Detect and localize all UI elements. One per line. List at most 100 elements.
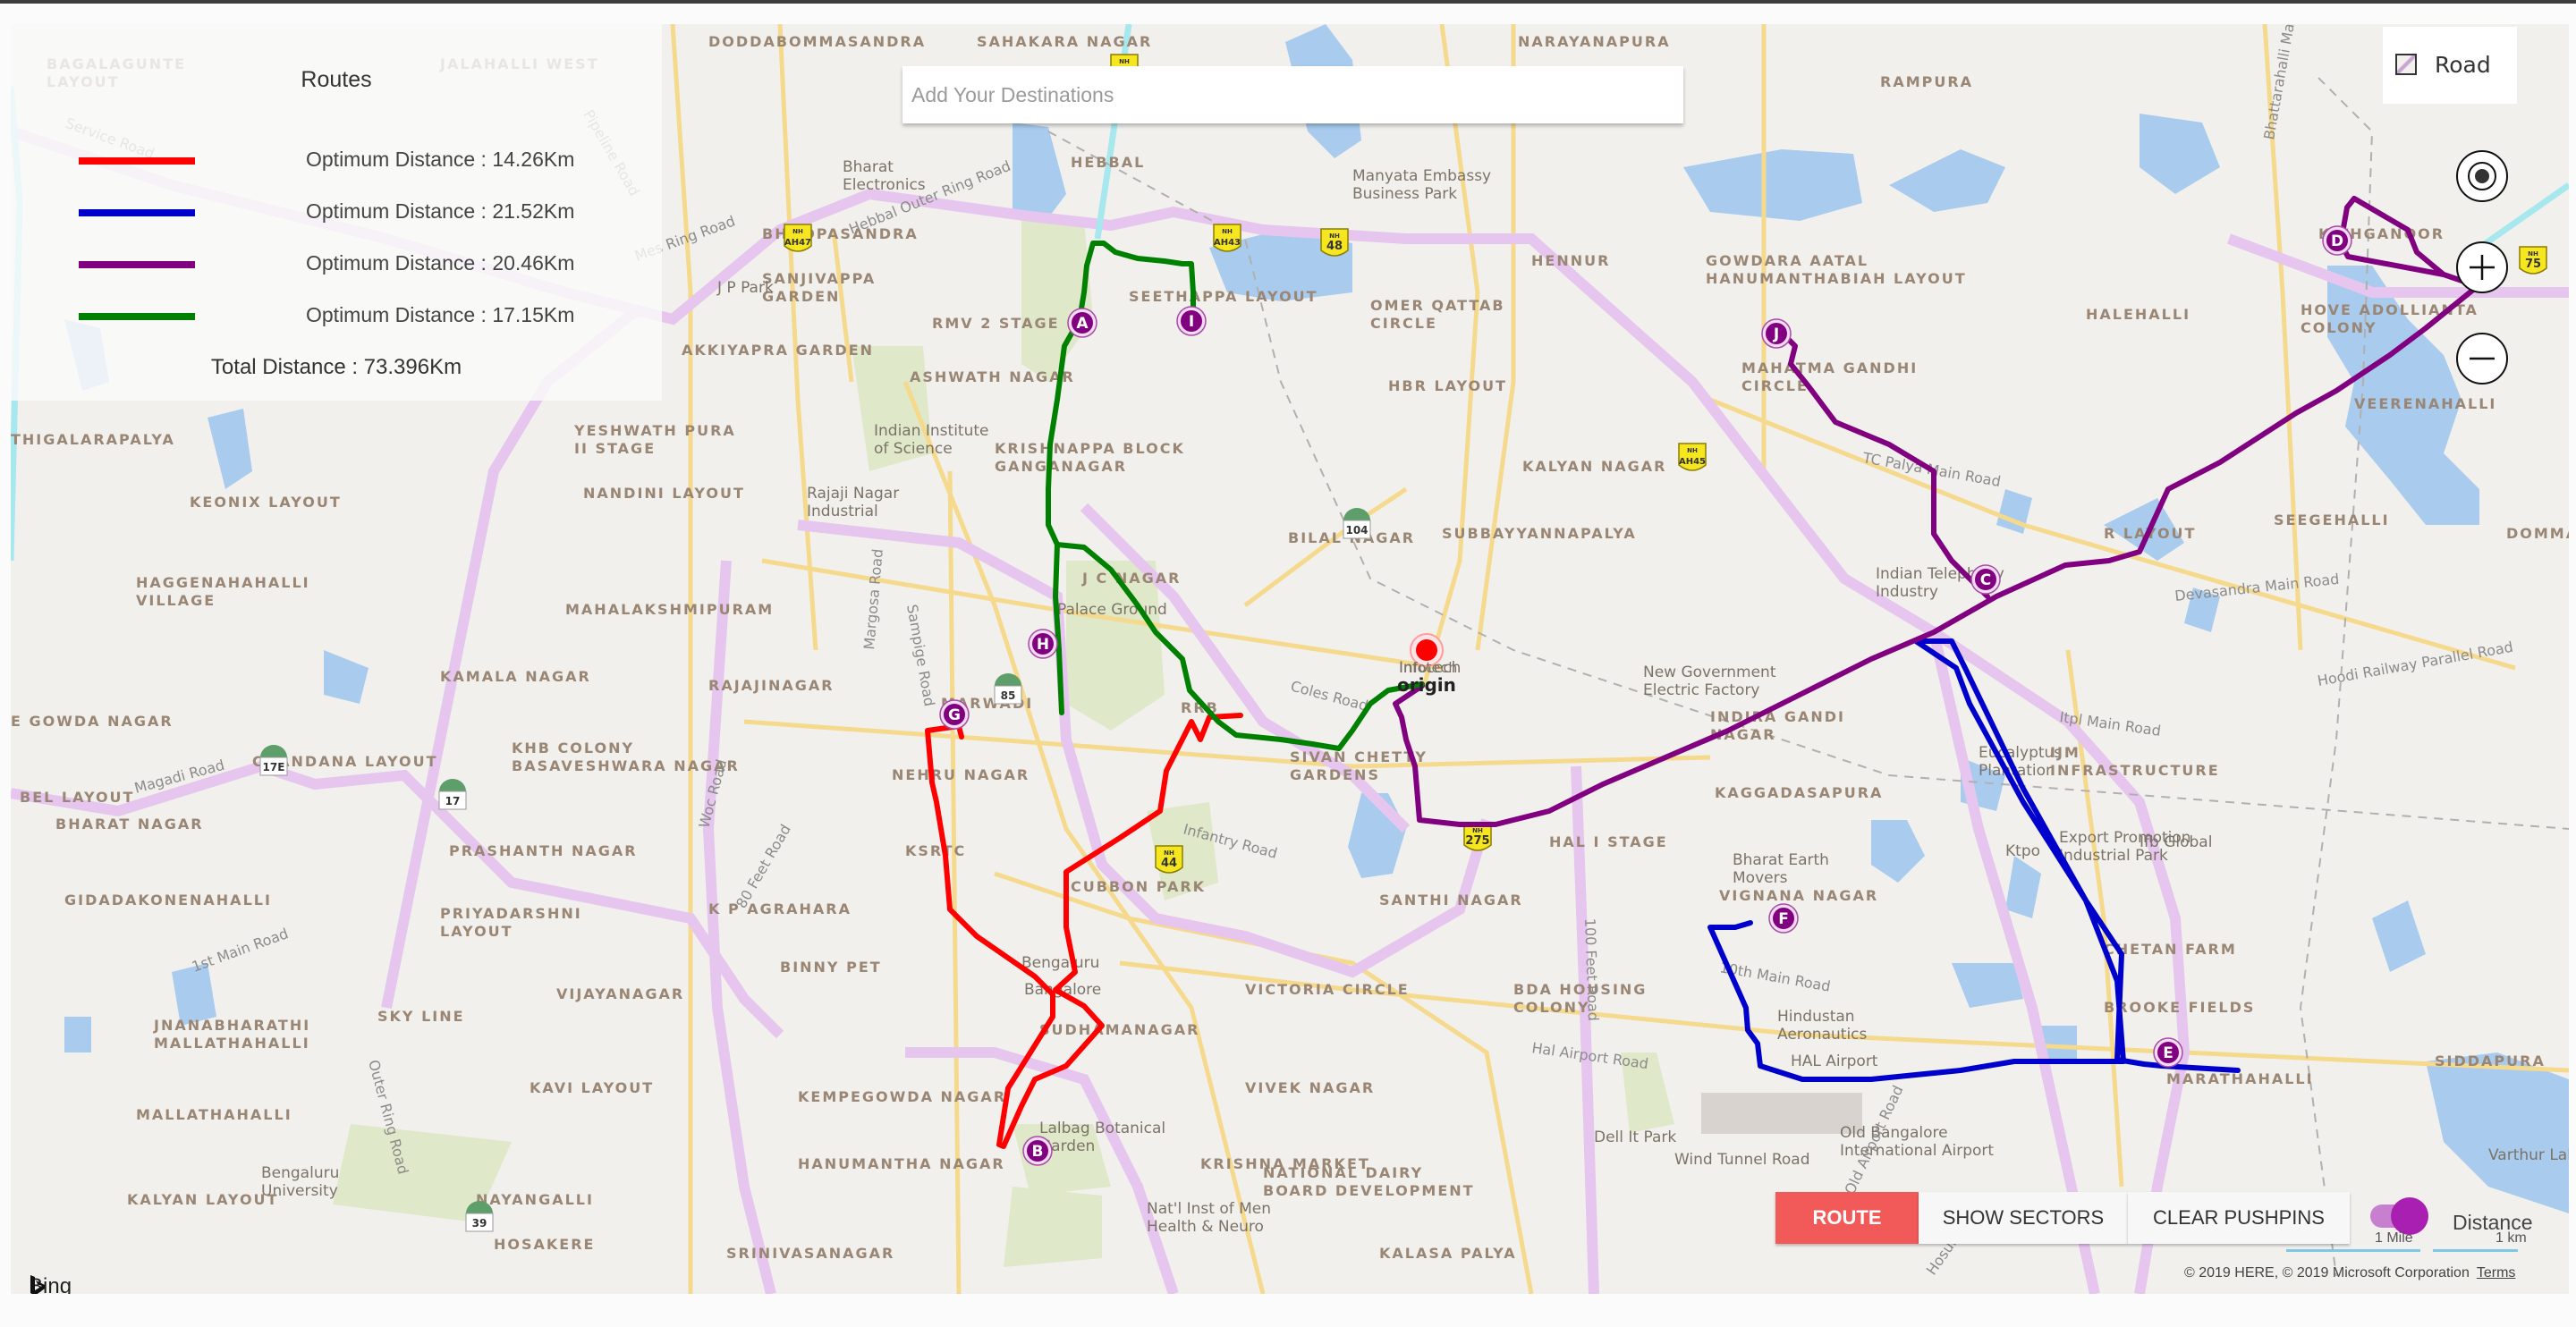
place-label: NARAYANAPURA <box>1518 33 1671 50</box>
legend-swatch-purple <box>79 261 195 268</box>
shield-text: NH <box>2528 250 2538 258</box>
shield-text: NH <box>1329 232 1340 240</box>
place-label: AKKIYAPRA GARDEN <box>682 342 874 359</box>
pushpin-d[interactable]: D <box>2322 225 2352 256</box>
place-label: Electric Factory <box>1643 681 1760 699</box>
pushpin-b[interactable]: B <box>1022 1136 1053 1166</box>
place-label: SEETHAPPA LAYOUT <box>1129 288 1318 305</box>
place-label: HOSAKERE <box>494 1236 595 1253</box>
airport-runway <box>1701 1093 1862 1134</box>
shield-text: AH47 <box>784 238 811 248</box>
pushpin-j[interactable]: J <box>1761 318 1792 349</box>
place-label: KSRTC <box>905 842 966 859</box>
place-label: Varthur Lake <box>2488 1146 2569 1164</box>
pushpin-c[interactable]: C <box>1970 564 2001 595</box>
road-label: 100 Feet Road <box>1581 917 1602 1021</box>
legend-swatch-green <box>79 313 195 320</box>
pushpin-a[interactable]: A <box>1067 308 1097 338</box>
place-label: RAMPURA <box>1880 73 1973 90</box>
pushpin-label: B <box>1032 1143 1044 1161</box>
bing-logo[interactable]: Bing <box>29 1274 72 1294</box>
shield-text: 17 <box>445 795 461 807</box>
legend-swatch-red <box>79 157 195 165</box>
lake <box>2005 856 2041 918</box>
place-label: HAL I STAGE <box>1549 833 1668 850</box>
distance-toggle-knob[interactable] <box>2391 1197 2428 1235</box>
destination-input[interactable] <box>902 66 1683 123</box>
place-label: SUBBAYYANNAPALYA <box>1442 525 1637 542</box>
map-attribution: © 2019 HERE, © 2019 Microsoft Corporatio… <box>2184 1265 2515 1281</box>
place-label: NAYANGALLI <box>476 1191 594 1208</box>
pushpin-label: J <box>1773 325 1779 343</box>
shield-text: NH <box>1472 827 1483 834</box>
place-label: Industrial <box>807 503 878 520</box>
pushpin-f[interactable]: F <box>1768 903 1799 934</box>
legend-title: Routes <box>301 67 372 92</box>
place-label: GARDENS <box>1290 766 1380 783</box>
window-top-border <box>0 0 2576 4</box>
road-label: Hoodi Railway Parallel Road <box>2316 638 2514 689</box>
place-label: E GOWDA NAGAR <box>11 713 174 730</box>
pushpin-g[interactable]: G <box>939 699 970 730</box>
zoom-in-button[interactable] <box>2456 241 2508 293</box>
lake <box>1871 820 1925 883</box>
place-label: Export Promotion <box>2059 829 2191 847</box>
place-label: MALLATHAHALLI <box>136 1106 292 1123</box>
legend-distance-2: Optimum Distance : 21.52Km <box>306 199 575 223</box>
road <box>670 24 693 1294</box>
map-type-selector[interactable]: Road <box>2383 27 2517 104</box>
destination-search-box[interactable] <box>902 66 1683 123</box>
legend-distance-3: Optimum Distance : 20.46Km <box>306 251 575 275</box>
shield-text: 104 <box>1345 524 1368 537</box>
highway-shield: NH75 <box>2519 246 2547 275</box>
place-label: INDIRA GANDI <box>1710 708 1845 725</box>
shield-text: NH <box>1687 447 1698 454</box>
place-label: HANUMANTHA NAGAR <box>798 1155 1005 1172</box>
pushpin-e[interactable]: E <box>2153 1037 2183 1068</box>
show-sectors-button[interactable]: SHOW SECTORS <box>1919 1192 2128 1244</box>
legend-distance-4: Optimum Distance : 17.15Km <box>306 303 575 326</box>
place-label: PRASHANTH NAGAR <box>449 842 638 859</box>
pushpin-i[interactable]: I <box>1176 306 1207 336</box>
copyright-text: © 2019 HERE, © 2019 Microsoft Corporatio… <box>2184 1265 2470 1281</box>
place-label: BDA HOUSING <box>1513 981 1647 998</box>
routes-legend-panel: Routes Optimum Distance : 14.26Km Optimu… <box>11 24 662 401</box>
place-label: VIGNANA NAGAR <box>1719 887 1878 904</box>
place-label: VILLAGE <box>136 592 216 609</box>
place-label: J P Park <box>716 279 774 297</box>
place-label: Bharat Earth <box>1733 851 1829 869</box>
terms-link[interactable]: Terms <box>2477 1265 2516 1281</box>
distance-toggle[interactable] <box>2370 1197 2428 1235</box>
place-label: Old Bangalore <box>1840 1124 1948 1142</box>
lake <box>64 1017 91 1052</box>
place-label: HEBBAL <box>1071 154 1145 171</box>
place-label: ASHWATH NAGAR <box>910 368 1075 385</box>
road <box>777 24 818 651</box>
road-map-icon <box>2395 54 2417 75</box>
place-label: Industry <box>1876 583 1938 601</box>
place-label: KALYAN LAYOUT <box>127 1191 278 1208</box>
locate-icon <box>2468 162 2496 190</box>
legend-swatch-blue <box>79 209 195 216</box>
highway-shield: NH275 <box>1463 823 1492 851</box>
place-label: OMER QATTAB <box>1370 297 1505 314</box>
place-label: KAVI LAYOUT <box>530 1079 654 1096</box>
highway-shield: NH AH43 <box>1213 224 1241 252</box>
highway-shield: 85 <box>994 673 1022 705</box>
place-label: HANUMANTHABIAH LAYOUT <box>1706 270 1967 287</box>
lake <box>1952 963 2023 1008</box>
place-label: CIRCLE <box>1370 315 1437 332</box>
zoom-out-button[interactable] <box>2456 333 2508 385</box>
clear-pushpins-button[interactable]: CLEAR PUSHPINS <box>2128 1192 2350 1244</box>
locate-me-button[interactable] <box>2456 150 2508 202</box>
pushpin-h[interactable]: H <box>1028 629 1058 659</box>
route-button[interactable]: ROUTE <box>1775 1192 1919 1244</box>
place-label: HBR LAYOUT <box>1388 377 1507 394</box>
road <box>1243 486 1408 607</box>
map-type-label: Road <box>2435 52 2491 78</box>
place-label: Industrial Park <box>2059 847 2168 865</box>
scale-bar-km <box>2433 1249 2518 1252</box>
place-label: DOMMASANDRA <box>2506 525 2569 542</box>
road-label: 80 Feet Road <box>733 822 794 911</box>
place-label: MAHALAKSHMIPURAM <box>565 601 774 618</box>
